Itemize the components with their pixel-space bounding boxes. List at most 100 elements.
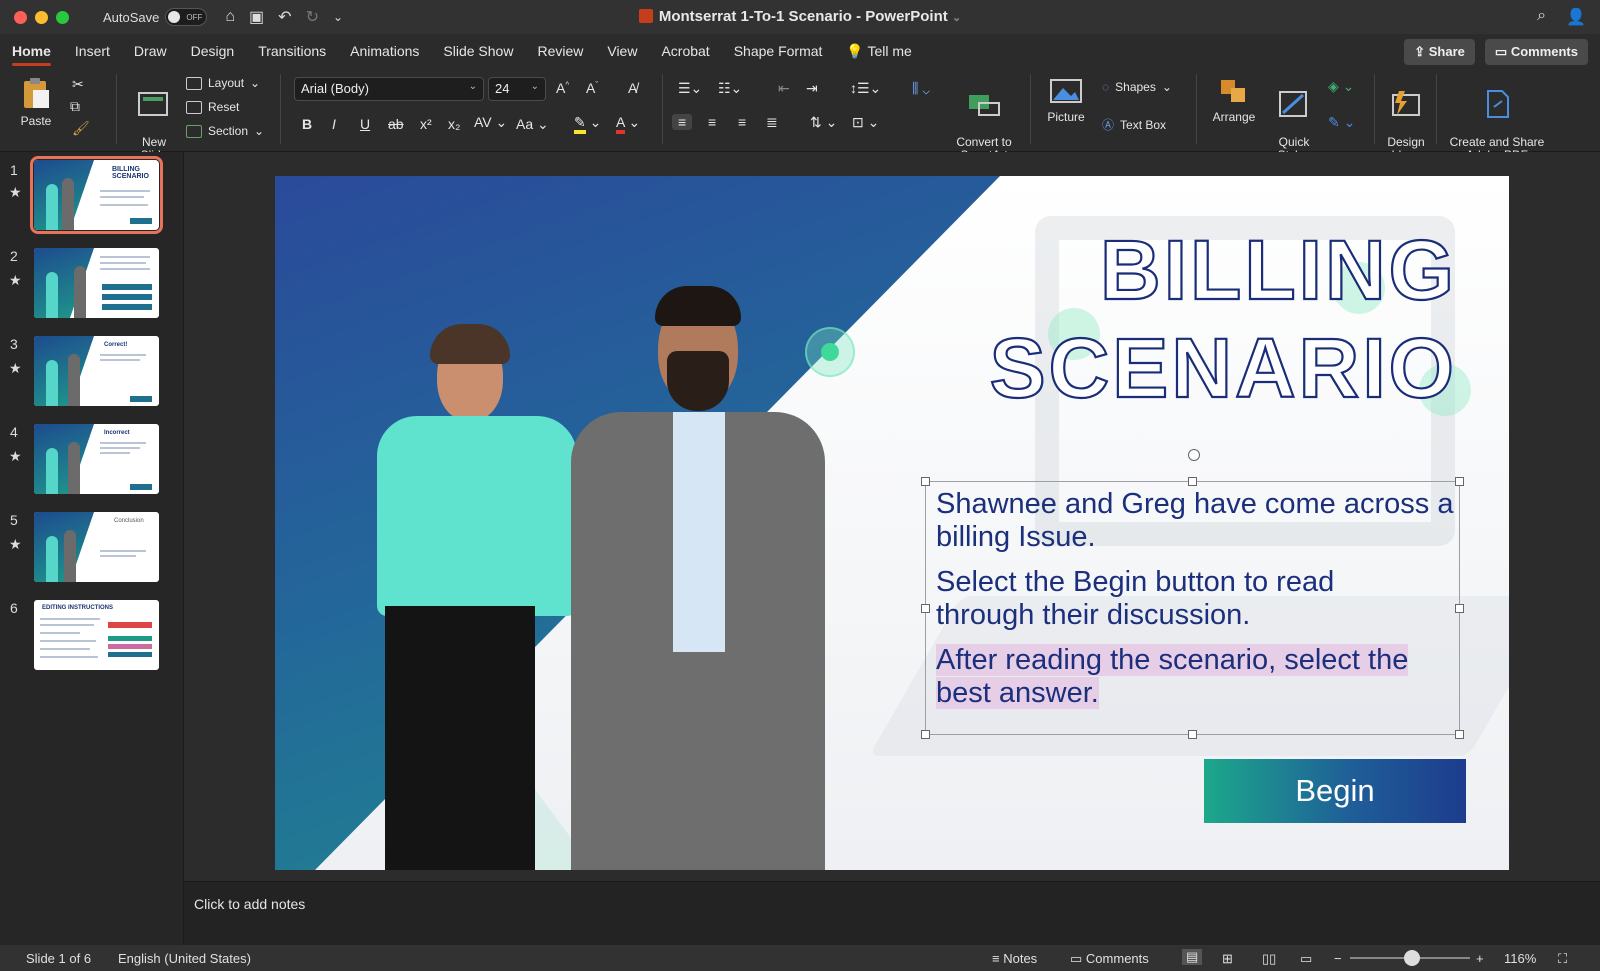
resize-handle[interactable] (1188, 730, 1197, 739)
tab-design[interactable]: Design (179, 34, 247, 68)
create-share-adobe-pdf-button[interactable]: Create and Share Adobe PDF (1442, 76, 1552, 162)
normal-view-button[interactable]: ▤ (1182, 949, 1203, 965)
selected-text-box[interactable]: Shawnee and Greg have come across a bill… (921, 449, 1464, 739)
redo-icon[interactable]: ↻ (306, 7, 319, 27)
change-case-button[interactable]: Aa ⌄ (516, 116, 549, 133)
align-right-button[interactable]: ≡ (738, 114, 746, 130)
slide-paragraph-2[interactable]: Select the Begin button to read through … (936, 566, 1416, 632)
save-icon[interactable]: ▣ (249, 7, 264, 27)
resize-handle[interactable] (921, 730, 930, 739)
slide-thumbnail-2[interactable] (34, 248, 159, 318)
notes-placeholder[interactable]: Click to add notes (194, 896, 305, 912)
notes-toggle[interactable]: ≡ Notes (992, 951, 1037, 966)
copy-icon[interactable]: ⧉ (70, 98, 80, 115)
italic-button[interactable]: I (332, 116, 336, 132)
align-center-button[interactable]: ≡ (708, 114, 716, 130)
underline-button[interactable]: U (360, 116, 370, 132)
account-icon[interactable]: 👤 (1566, 7, 1586, 27)
close-window-button[interactable] (14, 10, 27, 24)
notes-pane[interactable]: Click to add notes (184, 881, 1600, 945)
slide-thumbnail-3[interactable]: Correct! (34, 336, 159, 406)
font-color-icon[interactable]: A ⌄ (616, 114, 640, 134)
character-spacing-button[interactable]: AV ⌄ (474, 114, 507, 131)
share-button[interactable]: ⇪ Share (1404, 39, 1475, 65)
resize-handle[interactable] (1188, 477, 1197, 486)
reading-view-button[interactable]: ▯▯ (1262, 951, 1276, 967)
slide-thumbnail-1[interactable]: BILLING SCENARIO (30, 156, 163, 234)
tab-slide-show[interactable]: Slide Show (431, 34, 525, 68)
superscript-button[interactable]: x² (420, 116, 432, 132)
tell-me[interactable]: 💡 Tell me (834, 34, 923, 68)
search-icon[interactable]: ⌕ (1537, 7, 1546, 27)
slide-thumbnail-4[interactable]: Incorrect (34, 424, 159, 494)
tab-insert[interactable]: Insert (63, 34, 122, 68)
align-left-button[interactable]: ≡ (672, 114, 693, 130)
home-icon[interactable]: ⌂ (225, 8, 235, 26)
font-name-dropdown[interactable]: Arial (Body) ⌄ (294, 77, 484, 101)
undo-icon[interactable]: ↶ (278, 7, 291, 27)
tab-acrobat[interactable]: Acrobat (649, 34, 721, 68)
shape-outline-icon[interactable]: ✎ ⌄ (1328, 114, 1355, 131)
shape-fill-icon[interactable]: ◈ ⌄ (1328, 78, 1354, 95)
picture-button[interactable]: Picture (1040, 76, 1092, 124)
quick-styles-button[interactable]: Quick Styles (1268, 76, 1320, 162)
format-painter-icon[interactable]: 🖌 (72, 120, 90, 137)
comments-button[interactable]: ▭ Comments (1484, 39, 1588, 65)
tab-review[interactable]: Review (525, 34, 595, 68)
autosave-toggle[interactable]: OFF (165, 8, 208, 26)
tab-animations[interactable]: Animations (338, 34, 431, 68)
zoom-out-button[interactable]: − (1334, 951, 1342, 966)
slide-1[interactable]: BILLING SCENARIO Shawnee and Greg have c… (275, 176, 1509, 870)
zoom-level[interactable]: 116% (1504, 951, 1536, 966)
slide-sorter-view-button[interactable]: ⊞ (1222, 951, 1233, 967)
reset-button[interactable]: Reset (186, 100, 239, 114)
convert-smartart-button[interactable]: Convert to SmartArt (948, 76, 1020, 162)
slide-show-button[interactable]: ▭ (1300, 951, 1312, 967)
language-indicator[interactable]: English (United States) (118, 951, 251, 966)
strikethrough-button[interactable]: ab (388, 116, 404, 132)
justify-button[interactable]: ≣ (766, 114, 778, 131)
new-slide-button[interactable]: New Slide (130, 76, 178, 162)
comments-toggle[interactable]: ▭ Comments (1070, 951, 1149, 967)
slide-paragraph-3-highlighted[interactable]: After reading the scenario, select the b… (936, 644, 1446, 710)
increase-indent-icon[interactable]: ⇥ (806, 80, 818, 97)
resize-handle[interactable] (1455, 730, 1464, 739)
resize-handle[interactable] (921, 604, 930, 613)
shapes-button[interactable]: ◌ Shapes ⌄ (1102, 80, 1172, 94)
fit-to-window-button[interactable]: ⛶ (1558, 951, 1567, 967)
align-text-icon[interactable]: ⊡ ⌄ (852, 114, 879, 131)
arrange-button[interactable]: Arrange (1206, 76, 1262, 124)
zoom-in-button[interactable]: + (1476, 951, 1484, 966)
resize-handle[interactable] (1455, 477, 1464, 486)
slide-thumbnail-6[interactable]: EDITING INSTRUCTIONS (34, 600, 159, 670)
decrease-indent-icon[interactable]: ⇤ (778, 80, 790, 97)
tab-shape-format[interactable]: Shape Format (722, 34, 835, 68)
design-ideas-button[interactable]: Design Ideas (1380, 76, 1432, 162)
zoom-slider-knob[interactable] (1404, 950, 1420, 966)
begin-button[interactable]: Begin (1204, 759, 1466, 823)
slide-title-line-1[interactable]: BILLING (1099, 227, 1457, 313)
text-direction-icon[interactable]: ⇅ ⌄ (810, 114, 837, 131)
slide-thumbnail-5[interactable]: Conclusion (34, 512, 159, 582)
bold-button[interactable]: B (302, 116, 312, 132)
zoom-window-button[interactable] (56, 10, 69, 24)
subscript-button[interactable]: x₂ (448, 116, 460, 132)
section-button[interactable]: Section ⌄ (186, 124, 264, 138)
customize-toolbar-icon[interactable]: ⌄ (333, 10, 343, 24)
highlight-color-icon[interactable]: ✎ ⌄ (574, 114, 601, 134)
resize-handle[interactable] (1455, 604, 1464, 613)
columns-icon[interactable]: ⫼ ⌄ (912, 80, 930, 97)
resize-handle[interactable] (921, 477, 930, 486)
increase-font-size-icon[interactable]: A^ (556, 80, 569, 96)
tab-draw[interactable]: Draw (122, 34, 179, 68)
clear-formatting-icon[interactable]: A̸ (628, 80, 637, 96)
cut-icon[interactable]: ✂ (72, 76, 84, 93)
bullets-icon[interactable]: ☰⌄ (678, 80, 702, 97)
minimize-window-button[interactable] (35, 10, 48, 24)
tab-view[interactable]: View (595, 34, 649, 68)
font-size-dropdown[interactable]: 24 ⌄ (488, 77, 546, 101)
tab-home[interactable]: Home (0, 34, 63, 68)
paste-button[interactable]: Paste (14, 76, 58, 128)
tab-transitions[interactable]: Transitions (246, 34, 338, 68)
numbering-icon[interactable]: ☷⌄ (718, 80, 742, 97)
